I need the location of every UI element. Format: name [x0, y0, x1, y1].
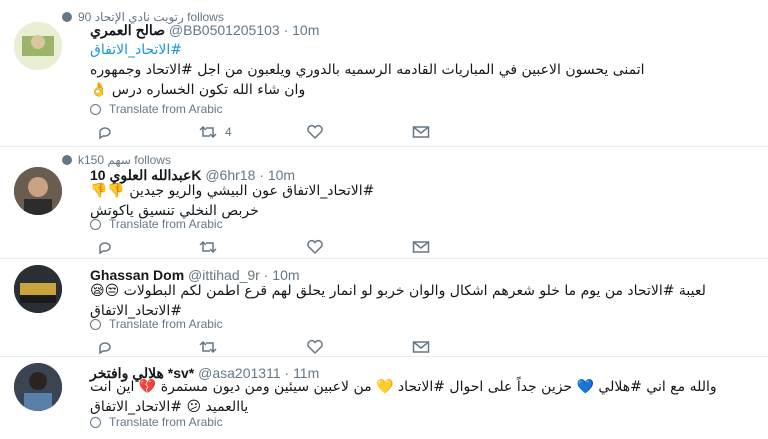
tweet-text: لعيبة #الاتحاد من يوم ما خلو شعرهم اشكال… [90, 283, 706, 319]
reply-icon [99, 127, 111, 140]
user-icon [62, 12, 72, 22]
avatar[interactable] [14, 167, 62, 215]
heart-icon [307, 239, 323, 255]
retweet-icon [199, 240, 217, 254]
tweet-text: #الاتحاد_الاتفاق عون البيشي والريو جيدين… [90, 183, 375, 219]
avatar[interactable] [14, 22, 62, 70]
translate-link[interactable]: Translate from Arabic [90, 317, 223, 331]
timestamp[interactable]: 10m [292, 22, 319, 38]
reply-icon [99, 342, 111, 355]
tweet-actions [97, 339, 437, 355]
translate-link[interactable]: Translate from Arabic [90, 217, 223, 231]
globe-icon [90, 104, 101, 115]
tweet-header: صالح العمري @BB0501205103 · 10m [90, 22, 320, 38]
envelope-icon [412, 241, 430, 253]
heart-icon [307, 339, 323, 355]
translate-link[interactable]: Translate from Arabic [90, 102, 223, 116]
retweet-icon [199, 340, 217, 354]
retweet-button[interactable]: 4 [199, 124, 232, 140]
retweet-button[interactable] [199, 339, 217, 355]
envelope-icon [412, 126, 430, 138]
reply-icon [99, 242, 111, 255]
retweet-count: 4 [225, 125, 232, 139]
retweet-icon [199, 125, 217, 139]
tweet-4[interactable]: هلالي وافتخر *sv* @asa201311 · 11m والله… [0, 357, 768, 439]
avatar-image [14, 22, 62, 70]
translate-link[interactable]: Translate from Arabic [90, 415, 223, 429]
globe-icon [90, 319, 101, 330]
dm-button[interactable] [412, 339, 430, 355]
like-button[interactable] [306, 124, 324, 140]
reply-button[interactable] [97, 339, 113, 355]
like-button[interactable] [306, 239, 324, 255]
like-button[interactable] [306, 339, 324, 355]
tweet-3[interactable]: Ghassan Dom @ittihad_9r · 10m لعيبة #الا… [0, 259, 768, 357]
hashtag[interactable]: #الاتحاد_الاتفاق [90, 40, 720, 60]
user-icon [62, 155, 72, 165]
social-context: k150 سهم follows [62, 153, 171, 167]
avatar[interactable] [14, 265, 62, 313]
tweet-1[interactable]: 90 رتويت نادي الإتحاد follows صالح العمر… [0, 0, 768, 150]
tweet-actions [97, 239, 437, 255]
globe-icon [90, 219, 101, 230]
dm-button[interactable] [412, 239, 430, 255]
globe-icon [90, 417, 101, 428]
avatar-image [14, 363, 62, 411]
dm-button[interactable] [412, 124, 430, 140]
reply-button[interactable] [97, 124, 113, 140]
retweet-button[interactable] [199, 239, 217, 255]
display-name[interactable]: صالح العمري [90, 22, 165, 38]
tweet-text: #الاتحاد_الاتفاق اتمنى يحسون الاعبين في … [90, 40, 720, 100]
avatar-image [14, 167, 62, 215]
avatar-image [14, 265, 62, 313]
heart-icon [307, 124, 323, 140]
tweet-actions: 4 [97, 124, 437, 140]
tweet-text: والله مع اني #هلالي 💙 حزين جداً على احوا… [90, 379, 717, 415]
handle[interactable]: @BB0501205103 [169, 22, 280, 38]
reply-button[interactable] [97, 239, 113, 255]
avatar[interactable] [14, 363, 62, 411]
envelope-icon [412, 341, 430, 353]
tweet-2[interactable]: k150 سهم follows عبدالله العلوي 10K @6hr… [0, 147, 768, 259]
